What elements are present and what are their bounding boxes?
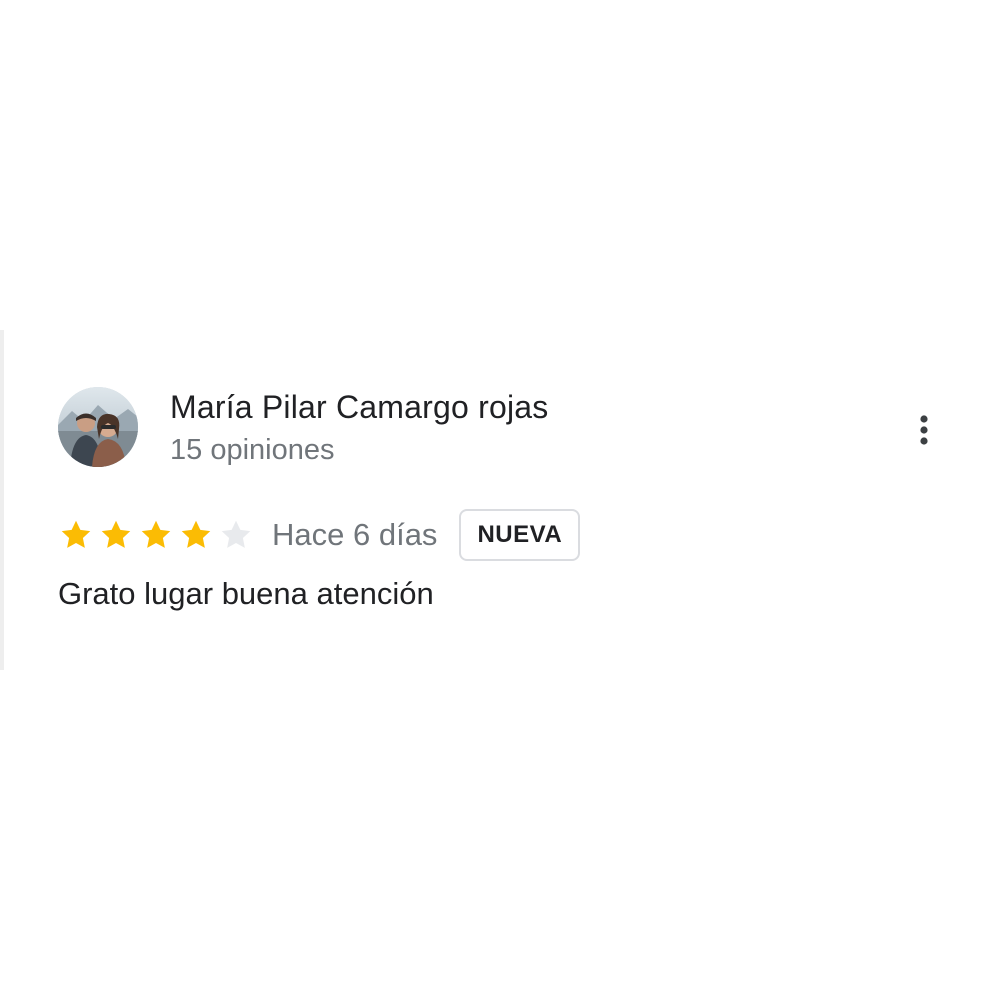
star-filled-icon [178,517,214,553]
review-card: María Pilar Camargo rojas 15 opiniones H… [0,330,1000,670]
star-filled-icon [98,517,134,553]
page: María Pilar Camargo rojas 15 opiniones H… [0,0,1000,1000]
star-empty-icon [218,517,254,553]
card-divider [0,330,4,670]
avatar[interactable] [58,387,138,467]
star-filled-icon [138,517,174,553]
star-rating [58,517,258,553]
more-vert-icon [920,415,928,445]
new-badge: NUEVA [459,509,581,561]
star-filled-icon [58,517,94,553]
more-options-button[interactable] [906,412,942,448]
avatar-photo [58,387,138,467]
review-date: Hace 6 días [272,517,438,552]
review-count: 15 opiniones [170,434,335,466]
review-text: Grato lugar buena atención [58,576,434,611]
rating-row: Hace 6 días NUEVA [58,508,581,562]
reviewer-name[interactable]: María Pilar Camargo rojas [170,389,548,426]
